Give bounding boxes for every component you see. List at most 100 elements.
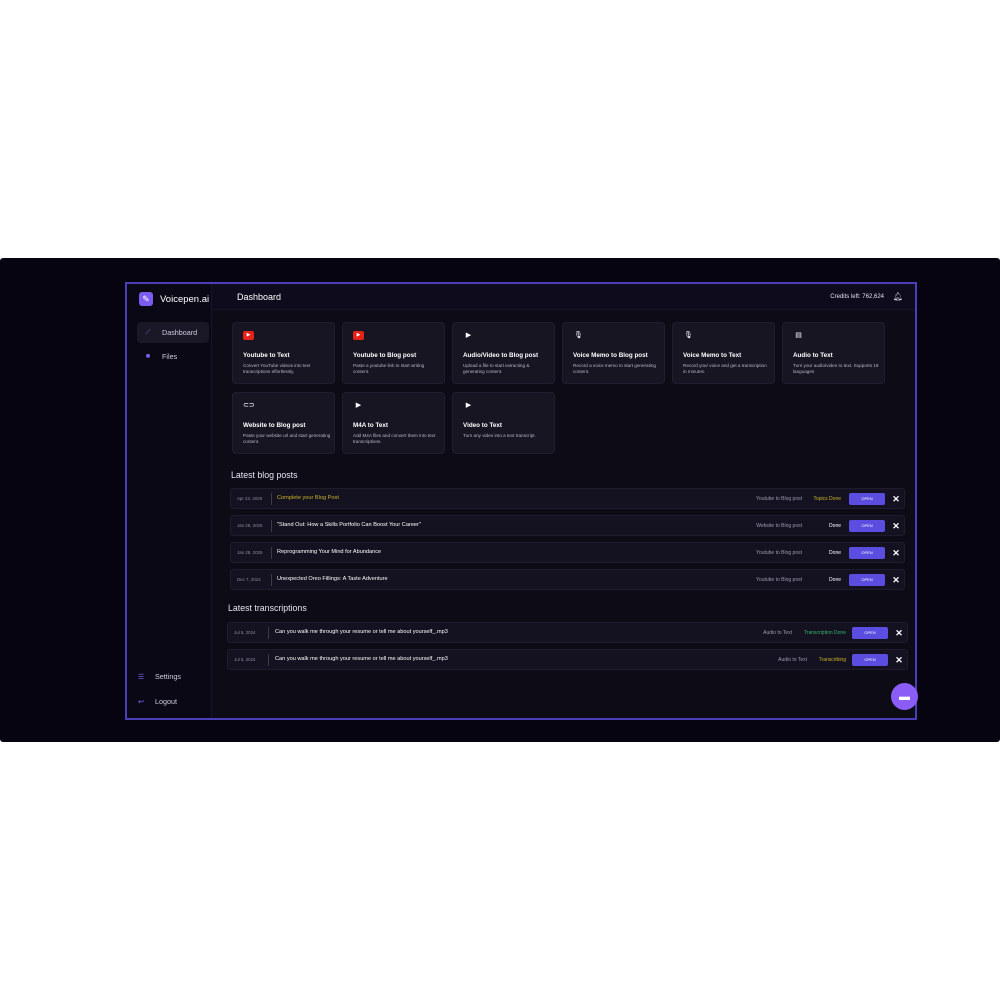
card-title: Voice Memo to Text <box>683 352 742 359</box>
document-icon: ▤ <box>795 332 802 339</box>
divider <box>271 547 272 559</box>
divider <box>271 574 272 586</box>
card-audio-video-to-blog-post[interactable]: ▶ Audio/Video to Blog post Upload a file… <box>452 322 555 384</box>
row-type: Youtube to Blog post <box>756 577 802 583</box>
row-date: Jul 5, 2024 <box>234 657 256 662</box>
sidebar-item-dashboard[interactable]: ⟋ Dashboard <box>137 322 209 343</box>
card-title: Audio to Text <box>793 352 833 359</box>
card-description: Turn your audio/video to text. Supports … <box>793 363 879 374</box>
sidebar-item-logout[interactable]: ↩ Logout <box>130 691 202 712</box>
open-button[interactable]: OPEN <box>849 547 885 559</box>
row-title[interactable]: Reprogramming Your Mind for Abundance <box>277 549 381 555</box>
row-date: Jan 28, 2025 <box>237 550 263 555</box>
row-title[interactable]: Can you walk me through your resume or t… <box>275 656 448 662</box>
card-description: Add M4A files and convert them into text… <box>353 433 436 444</box>
open-button[interactable]: OPEN <box>849 574 885 586</box>
row-title[interactable]: Can you walk me through your resume or t… <box>275 629 448 635</box>
card-youtube-to-text[interactable]: ▶ Youtube to Text Convert YouTube videos… <box>232 322 335 384</box>
brand[interactable]: ✎ Voicepen.ai <box>139 292 209 306</box>
close-icon[interactable]: ✕ <box>891 520 901 532</box>
logout-icon: ↩ <box>138 698 144 706</box>
table-row[interactable]: Dec 7, 2024 Unexpected Oreo Fillings: A … <box>230 569 905 590</box>
play-icon: ▶ <box>465 402 472 409</box>
close-icon[interactable]: ✕ <box>891 574 901 586</box>
sidebar-item-label: Files <box>162 352 178 361</box>
bell-icon[interactable]: 🔔︎ <box>893 292 903 301</box>
card-video-to-text[interactable]: ▶ Video to Text Turn any video into a te… <box>452 392 555 454</box>
card-website-to-blog-post[interactable]: ⊂⊃ Website to Blog post Paste your websi… <box>232 392 335 454</box>
chat-bubble-button[interactable]: ▬ <box>891 683 918 710</box>
pen-logo-icon: ✎ <box>139 292 153 306</box>
open-button[interactable]: OPEN <box>849 520 885 532</box>
card-description: Record a voice memo to start generating … <box>573 363 656 374</box>
microphone-icon: 🎙︎ <box>684 332 693 339</box>
card-title: Youtube to Blog post <box>353 352 417 359</box>
card-description: Paste a youtube link to start writing co… <box>353 363 425 374</box>
table-row[interactable]: Jan 29, 2025 "Stand Out: How a Skills Po… <box>230 515 905 536</box>
divider <box>271 520 272 532</box>
brand-name: Voicepen.ai <box>160 293 210 305</box>
sidebar-item-label: Dashboard <box>162 328 198 337</box>
card-m4a-to-text[interactable]: ▶ M4A to Text Add M4A files and convert … <box>342 392 445 454</box>
row-date: Jul 5, 2024 <box>234 630 256 635</box>
card-description: Record your voice and get a transcriptio… <box>683 363 767 374</box>
row-status: Transcription Done <box>803 630 846 636</box>
close-icon[interactable]: ✕ <box>894 654 904 666</box>
card-voice-memo-to-text[interactable]: 🎙︎ Voice Memo to Text Record your voice … <box>672 322 775 384</box>
close-icon[interactable]: ✕ <box>891 493 901 505</box>
app-window: ✎ Voicepen.ai ⟋ Dashboard ■ Files ☰ Sett… <box>125 282 917 720</box>
close-icon[interactable]: ✕ <box>891 547 901 559</box>
row-type: Audio to Text <box>778 657 807 663</box>
open-button[interactable]: OPEN <box>852 627 888 639</box>
sidebar: ✎ Voicepen.ai ⟋ Dashboard ■ Files ☰ Sett… <box>127 284 212 718</box>
sidebar-item-label: Logout <box>155 697 177 706</box>
row-status: Topics Done <box>813 496 841 502</box>
credits-counter: Credits left: 762,624 <box>830 294 884 300</box>
play-icon: ▶ <box>355 402 362 409</box>
card-audio-to-text[interactable]: ▤ Audio to Text Turn your audio/video to… <box>782 322 885 384</box>
sidebar-item-files[interactable]: ■ Files <box>137 346 209 367</box>
blog-section-heading: Latest blog posts <box>231 470 298 480</box>
header: Dashboard Credits left: 762,624 🔔︎ <box>212 284 915 310</box>
table-row[interactable]: Jul 5, 2024 Can you walk me through your… <box>227 622 908 643</box>
card-youtube-to-blog-post[interactable]: ▶ Youtube to Blog post Paste a youtube l… <box>342 322 445 384</box>
play-icon: ▶ <box>465 332 472 339</box>
card-title: Voice Memo to Blog post <box>573 352 648 359</box>
row-status: Done <box>829 523 841 529</box>
card-description: Paste your website url and start generat… <box>243 433 331 444</box>
sidebar-item-settings[interactable]: ☰ Settings <box>130 666 202 687</box>
link-icon: ⊂⊃ <box>243 402 255 409</box>
table-row[interactable]: Jan 28, 2025 Reprogramming Your Mind for… <box>230 542 905 563</box>
row-status: Done <box>829 550 841 556</box>
card-title: Youtube to Text <box>243 352 290 359</box>
table-row[interactable]: Apr 23, 2025 Complete your Blog Post You… <box>230 488 905 509</box>
row-title[interactable]: Unexpected Oreo Fillings: A Taste Advent… <box>277 576 388 582</box>
divider <box>268 627 269 639</box>
microphone-icon: 🎙︎ <box>574 332 583 339</box>
card-voice-memo-to-blog-post[interactable]: 🎙︎ Voice Memo to Blog post Record a voic… <box>562 322 665 384</box>
card-title: Website to Blog post <box>243 422 306 429</box>
row-title[interactable]: "Stand Out: How a Skills Portfolio Can B… <box>277 522 421 528</box>
wand-icon: ⟋ <box>145 328 151 336</box>
settings-icon: ☰ <box>137 673 145 681</box>
card-description: Turn any video into a text transcript. <box>463 433 536 438</box>
folder-icon: ■ <box>145 353 151 360</box>
row-title[interactable]: Complete your Blog Post <box>277 495 339 501</box>
table-row[interactable]: Jul 5, 2024 Can you walk me through your… <box>227 649 908 670</box>
row-date: Dec 7, 2024 <box>237 577 261 582</box>
page-title: Dashboard <box>237 292 282 302</box>
row-type: Youtube to Blog post <box>756 550 802 556</box>
chat-icon: ▬ <box>899 690 910 703</box>
card-title: Audio/Video to Blog post <box>463 352 539 359</box>
row-type: Audio to Text <box>763 630 792 636</box>
row-type: Website to Blog post <box>756 523 802 529</box>
card-title: Video to Text <box>463 422 502 429</box>
row-type: Youtube to Blog post <box>756 496 802 502</box>
sidebar-item-label: Settings <box>155 672 181 681</box>
divider <box>268 654 269 666</box>
close-icon[interactable]: ✕ <box>894 627 904 639</box>
card-title: M4A to Text <box>353 422 388 429</box>
open-button[interactable]: OPEN <box>852 654 888 666</box>
open-button[interactable]: OPEN <box>849 493 885 505</box>
row-status: Transcribing <box>818 657 846 663</box>
